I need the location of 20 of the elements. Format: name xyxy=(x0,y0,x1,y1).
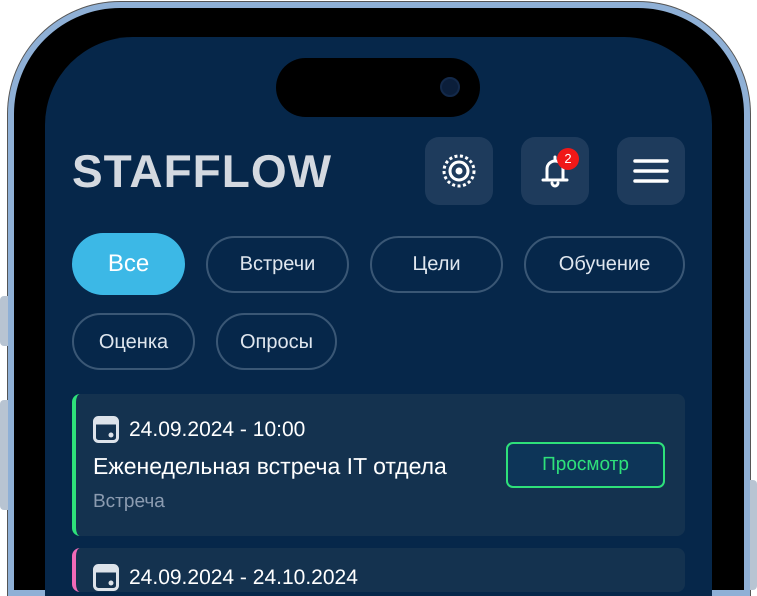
notification-badge: 2 xyxy=(557,148,579,170)
calendar-icon xyxy=(93,416,119,443)
filter-chip[interactable]: Оценка xyxy=(72,313,195,370)
bell-icon xyxy=(540,154,570,188)
filter-chip[interactable]: Опросы xyxy=(216,313,337,370)
calendar-icon xyxy=(93,564,119,592)
event-date: 24.09.2024 - 10:00 xyxy=(129,416,306,443)
view-button[interactable]: Просмотр xyxy=(506,442,665,488)
event-type: Встреча xyxy=(93,490,166,514)
filter-chip[interactable]: Встречи xyxy=(206,236,349,292)
menu-button[interactable] xyxy=(617,137,685,205)
filter-chip[interactable]: Цели xyxy=(370,236,503,292)
notifications-button[interactable]: 2 xyxy=(521,137,589,205)
target-icon xyxy=(441,153,477,189)
filter-chip[interactable]: Обучение xyxy=(524,236,685,292)
menu-icon xyxy=(633,158,669,184)
event-date: 24.09.2024 - 24.10.2024 xyxy=(129,565,358,591)
event-title: Еженедельная встреча IT отдела xyxy=(93,452,447,482)
app-logo: STAFFLOW xyxy=(72,148,332,194)
focus-button[interactable] xyxy=(425,137,493,205)
